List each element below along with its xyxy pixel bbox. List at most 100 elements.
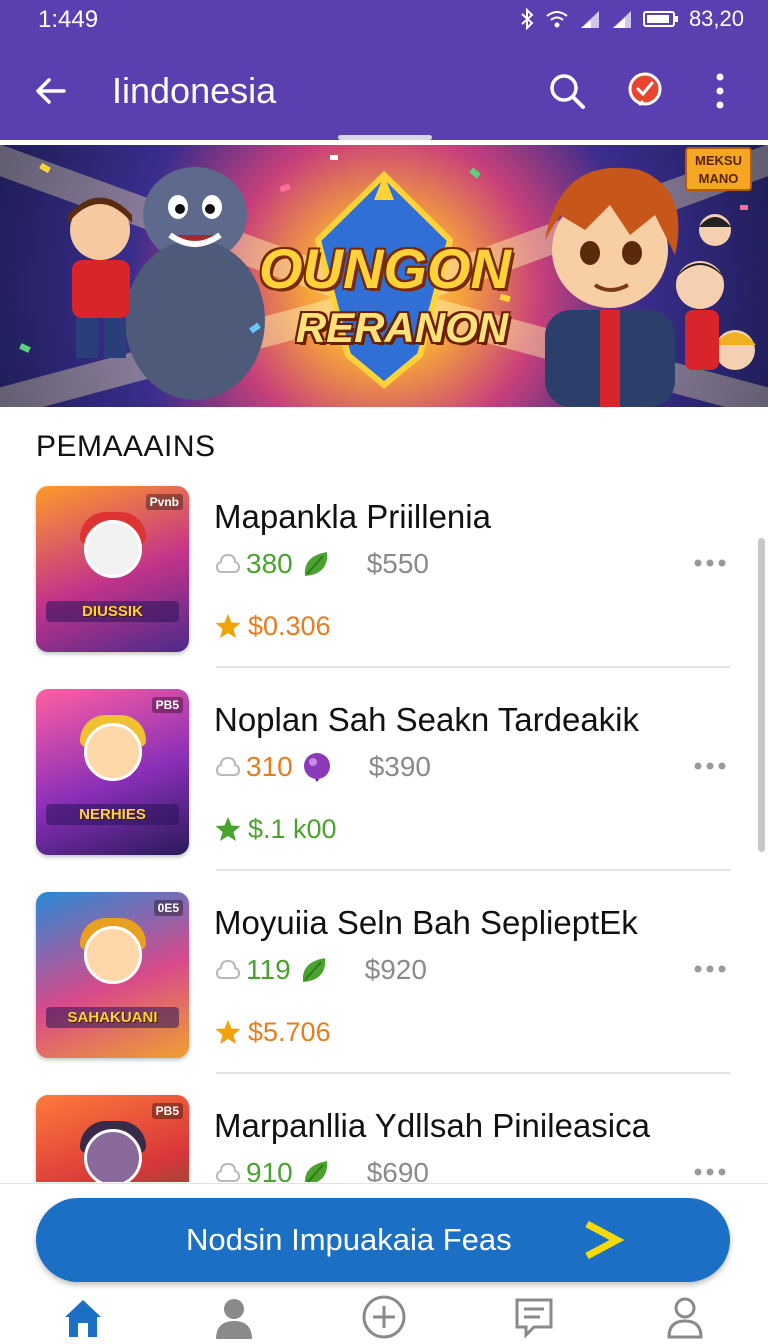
star-icon — [215, 817, 241, 841]
item-rating: $.1 k00 — [214, 811, 337, 847]
drag-handle[interactable] — [338, 135, 432, 140]
bluetooth-icon — [519, 8, 535, 30]
hero-banner[interactable]: OUNGON RERANON MEKSU MANO — [0, 145, 768, 407]
status-icons: 83,20 — [519, 6, 744, 32]
item-meta: 910 $690 — [214, 1153, 429, 1182]
item-title: Moyuiia Seln Bah SeplieptEk — [214, 904, 638, 941]
battery-text: 83,20 — [688, 6, 744, 31]
player-count: 119 — [246, 954, 291, 985]
primary-action-button[interactable]: Nodsin Impuakaia Feas — [36, 1198, 730, 1282]
nav-messages[interactable] — [509, 1292, 559, 1342]
player-count: 380 — [246, 548, 293, 579]
battery-icon — [642, 9, 679, 29]
item-price: $550 — [366, 548, 430, 579]
divider — [0, 1183, 768, 1184]
status-time: 1:449 — [38, 6, 99, 33]
game-thumbnail: 0E5 SAHAKUANI — [36, 892, 189, 1058]
item-meta: 310 $390 — [214, 747, 431, 787]
game-list: Pvnb DIUSSIK Mapankla Priillenia 380 $55… — [0, 480, 768, 1182]
wifi-icon — [545, 9, 569, 29]
arrow-left-icon — [36, 78, 66, 104]
purple-bulb-icon — [303, 753, 330, 782]
more-vertical-icon — [716, 73, 724, 109]
players-icon — [215, 959, 241, 979]
list-scrollbar[interactable] — [758, 538, 765, 852]
divider — [216, 869, 730, 871]
search-button[interactable] — [542, 66, 592, 116]
profile-icon — [667, 1297, 703, 1339]
person-icon — [216, 1299, 252, 1339]
search-icon — [550, 74, 585, 109]
app-bar: Iindonesia — [0, 44, 768, 140]
item-title: Noplan Sah Seakn Tardeakik — [214, 701, 640, 738]
item-rating: $0.306 — [214, 608, 331, 644]
notification-bubble-icon — [628, 72, 662, 107]
banner-title-line1: OUNGON — [259, 237, 511, 300]
item-price: $390 — [368, 751, 432, 782]
list-item[interactable]: 0E5 SAHAKUANI Moyuiia Seln Bah SeplieptE… — [0, 886, 768, 1089]
item-price: $920 — [364, 954, 427, 985]
signal-icon — [579, 9, 601, 29]
banner-badge-line2: MANO — [698, 171, 739, 186]
item-title: Marpanllia Ydllsah Pinileasica — [214, 1107, 650, 1144]
player-count: 910 — [246, 1157, 293, 1182]
chevron-right-icon — [585, 1220, 625, 1260]
notifications-button[interactable] — [620, 66, 670, 116]
green-leaf-icon — [304, 1161, 327, 1182]
bottom-navigation — [0, 1290, 768, 1344]
players-icon — [215, 553, 241, 573]
status-bar: 1:449 83,20 — [0, 0, 768, 44]
thumbnail-caption: DIUSSIK — [46, 601, 179, 622]
green-leaf-icon — [304, 552, 327, 576]
thumbnail-tag: PB5 — [151, 1103, 183, 1119]
game-thumbnail: Pvnb DIUSSIK — [36, 486, 189, 652]
item-title: Mapankla Priillenia — [214, 498, 491, 535]
item-more-button[interactable] — [690, 751, 730, 781]
star-icon — [215, 1020, 241, 1044]
item-meta: 119 $920 — [214, 950, 427, 990]
item-meta: 380 $550 — [214, 544, 429, 584]
thumbnail-character — [84, 723, 142, 781]
banner-badge: MEKSU MANO — [685, 147, 752, 191]
item-more-button[interactable] — [690, 1157, 730, 1182]
back-button[interactable] — [26, 66, 76, 116]
primary-action-label: Nodsin Impuakaia Feas — [186, 1222, 512, 1257]
nav-people[interactable] — [209, 1292, 259, 1342]
game-thumbnail: PB5 NERHIES — [36, 689, 189, 855]
player-count: 310 — [246, 751, 293, 782]
more-horizontal-icon — [694, 965, 726, 973]
divider — [216, 1072, 730, 1074]
home-icon — [65, 1300, 101, 1337]
rating-value: $.1 k00 — [248, 813, 337, 844]
chat-icon — [515, 1298, 553, 1339]
thumbnail-character — [84, 1129, 142, 1182]
list-item[interactable]: Pvnb DIUSSIK Mapankla Priillenia 380 $55… — [0, 480, 768, 683]
item-price: $690 — [366, 1157, 430, 1182]
thumbnail-character — [84, 926, 142, 984]
more-horizontal-icon — [694, 1168, 726, 1176]
item-more-button[interactable] — [690, 954, 730, 984]
players-icon — [215, 1162, 241, 1182]
banner-badge-line1: MEKSU — [695, 153, 742, 168]
thumbnail-character — [84, 520, 142, 578]
game-thumbnail: PB5 — [36, 1095, 189, 1182]
thumbnail-tag: PB5 — [151, 697, 183, 713]
banner-title-line2: RERANON — [295, 304, 509, 351]
nav-home[interactable] — [58, 1292, 108, 1342]
rating-value: $0.306 — [248, 610, 331, 641]
thumbnail-tag: 0E5 — [153, 900, 183, 916]
signal-icon-2 — [611, 9, 633, 29]
thumbnail-caption: SAHAKUANI — [46, 1007, 179, 1028]
nav-add[interactable] — [359, 1292, 409, 1342]
players-icon — [215, 756, 241, 776]
list-item[interactable]: PB5 NERHIES Noplan Sah Seakn Tardeakik 3… — [0, 683, 768, 886]
overflow-menu-button[interactable] — [700, 66, 740, 116]
list-item[interactable]: PB5 Marpanllia Ydllsah Pinileasica 910 $… — [0, 1089, 768, 1182]
item-more-button[interactable] — [690, 548, 730, 578]
page-title: Iindonesia — [112, 70, 277, 111]
nav-profile[interactable] — [660, 1292, 710, 1342]
star-icon — [215, 614, 241, 638]
section-title: PEMAAAINS — [36, 430, 216, 463]
add-circle-icon — [362, 1295, 406, 1339]
green-leaf-icon — [302, 958, 325, 982]
